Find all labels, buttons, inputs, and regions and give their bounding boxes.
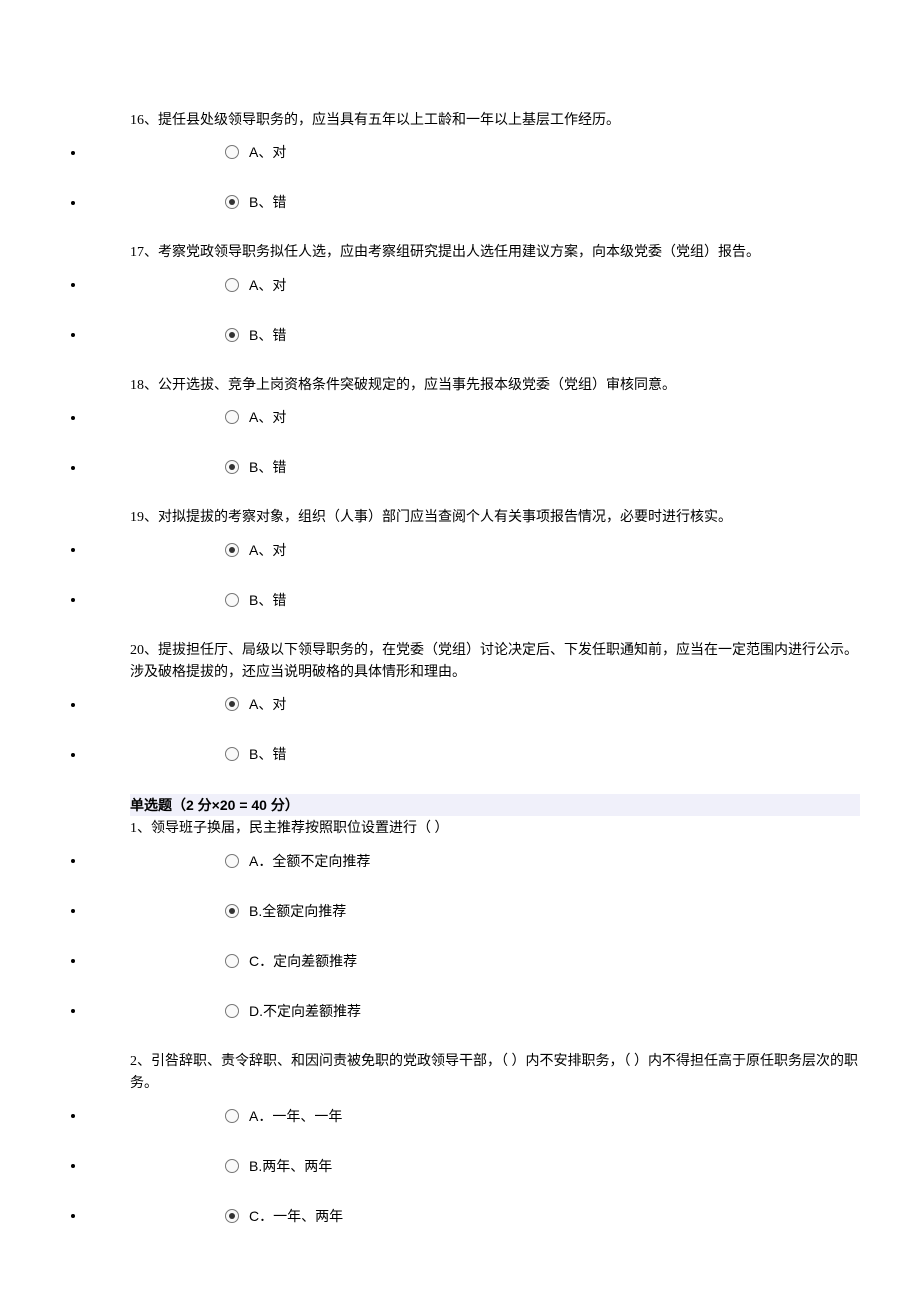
option-label: B.全额定向推荐 <box>249 903 346 919</box>
option-list: A、对 B、错 <box>60 694 860 764</box>
option-list: A、对 B、错 <box>60 540 860 610</box>
list-item: D.不定向差额推荐 <box>85 1001 860 1021</box>
option-label: D.不定向差额推荐 <box>249 1003 361 1019</box>
question-text: 1、领导班子换届，民主推荐按照职位设置进行（ ） <box>130 818 860 840</box>
option-list: A．全额不定向推荐 B.全额定向推荐 C．定向差额推荐 D.不定向差额推荐 <box>60 851 860 1021</box>
option[interactable]: A、对 <box>225 275 286 295</box>
list-item: B、错 <box>85 457 860 477</box>
option[interactable]: A．一年、一年 <box>225 1106 342 1126</box>
option-label: A．一年、一年 <box>249 1108 342 1124</box>
radio-icon[interactable] <box>225 410 239 424</box>
option[interactable]: D.不定向差额推荐 <box>225 1001 361 1021</box>
question-text: 17、考察党政领导职务拟任人选，应由考察组研究提出人选任用建议方案，向本级党委（… <box>130 242 860 264</box>
list-item: A．全额不定向推荐 <box>85 851 860 871</box>
list-item: B、错 <box>85 325 860 345</box>
option[interactable]: B、错 <box>225 744 286 764</box>
option-list: A、对 B、错 <box>60 407 860 477</box>
list-item: A．一年、一年 <box>85 1106 860 1126</box>
list-item: C．定向差额推荐 <box>85 951 860 971</box>
option-label: B、错 <box>249 746 286 762</box>
option-label: B、错 <box>249 592 286 608</box>
option-label: B、错 <box>249 459 286 475</box>
question-text: 2、引咎辞职、责令辞职、和因问责被免职的党政领导干部，（ ）内不安排职务，（ ）… <box>130 1051 860 1096</box>
list-item: A、对 <box>85 407 860 427</box>
radio-icon[interactable] <box>225 145 239 159</box>
radio-icon[interactable] <box>225 328 239 342</box>
question-text: 20、提拔担任厅、局级以下领导职务的，在党委（党组）讨论决定后、下发任职通知前，… <box>130 640 860 685</box>
option-label: A、对 <box>249 696 286 712</box>
option[interactable]: B、错 <box>225 457 286 477</box>
radio-icon[interactable] <box>225 747 239 761</box>
radio-icon[interactable] <box>225 904 239 918</box>
option-list: A、对 B、错 <box>60 275 860 345</box>
radio-icon[interactable] <box>225 1004 239 1018</box>
question-text: 18、公开选拔、竞争上岗资格条件突破规定的，应当事先报本级党委（党组）审核同意。 <box>130 375 860 397</box>
list-item: A、对 <box>85 275 860 295</box>
option[interactable]: B、错 <box>225 325 286 345</box>
question-text: 16、提任县处级领导职务的，应当具有五年以上工龄和一年以上基层工作经历。 <box>130 110 860 132</box>
option[interactable]: C．一年、两年 <box>225 1206 343 1226</box>
section-header: 单选题（2 分×20 = 40 分） <box>130 794 860 816</box>
option[interactable]: A、对 <box>225 540 286 560</box>
list-item: C．一年、两年 <box>85 1206 860 1226</box>
radio-icon[interactable] <box>225 593 239 607</box>
question-text: 19、对拟提拔的考察对象，组织（人事）部门应当查阅个人有关事项报告情况，必要时进… <box>130 507 860 529</box>
option-label: B、错 <box>249 194 286 210</box>
option-label: A、对 <box>249 277 286 293</box>
option[interactable]: B.全额定向推荐 <box>225 901 346 921</box>
list-item: A、对 <box>85 694 860 714</box>
radio-icon[interactable] <box>225 543 239 557</box>
option[interactable]: A、对 <box>225 694 286 714</box>
radio-icon[interactable] <box>225 1109 239 1123</box>
radio-icon[interactable] <box>225 954 239 968</box>
radio-icon[interactable] <box>225 1209 239 1223</box>
option[interactable]: C．定向差额推荐 <box>225 951 357 971</box>
list-item: B.两年、两年 <box>85 1156 860 1176</box>
option-label: A、对 <box>249 542 286 558</box>
option-label: B.两年、两年 <box>249 1158 332 1174</box>
list-item: B.全额定向推荐 <box>85 901 860 921</box>
option-label: C．定向差额推荐 <box>249 953 357 969</box>
list-item: A、对 <box>85 540 860 560</box>
option-list: A．一年、一年 B.两年、两年 C．一年、两年 <box>60 1106 860 1226</box>
list-item: A、对 <box>85 142 860 162</box>
exam-page: 16、提任县处级领导职务的，应当具有五年以上工龄和一年以上基层工作经历。 A、对 B… <box>0 0 920 1296</box>
option[interactable]: B、错 <box>225 590 286 610</box>
list-item: B、错 <box>85 192 860 212</box>
option-list: A、对 B、错 <box>60 142 860 212</box>
radio-icon[interactable] <box>225 1159 239 1173</box>
option[interactable]: A．全额不定向推荐 <box>225 851 370 871</box>
option-label: A．全额不定向推荐 <box>249 853 370 869</box>
option[interactable]: B、错 <box>225 192 286 212</box>
option-label: C．一年、两年 <box>249 1208 343 1224</box>
option[interactable]: A、对 <box>225 142 286 162</box>
option[interactable]: A、对 <box>225 407 286 427</box>
option-label: A、对 <box>249 409 286 425</box>
radio-icon[interactable] <box>225 278 239 292</box>
list-item: B、错 <box>85 590 860 610</box>
radio-icon[interactable] <box>225 460 239 474</box>
radio-icon[interactable] <box>225 195 239 209</box>
list-item: B、错 <box>85 744 860 764</box>
option-label: A、对 <box>249 144 286 160</box>
radio-icon[interactable] <box>225 854 239 868</box>
radio-icon[interactable] <box>225 697 239 711</box>
option[interactable]: B.两年、两年 <box>225 1156 332 1176</box>
option-label: B、错 <box>249 327 286 343</box>
